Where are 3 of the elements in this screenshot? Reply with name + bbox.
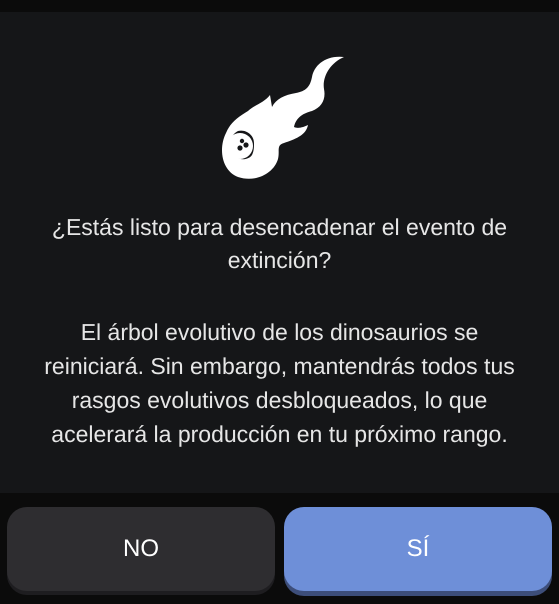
cancel-button[interactable]: NO: [7, 507, 275, 591]
question-text: ¿Estás listo para desencadenar el evento de extinción?: [50, 213, 508, 275]
message-text: El árbol evolutivo de los dinosaurios se reiniciará. Sin embargo, mantendrás todos tus rasgos evolutivos desbloqueados, lo que acelerará la producción en tu próximo rango.: [43, 318, 516, 449]
